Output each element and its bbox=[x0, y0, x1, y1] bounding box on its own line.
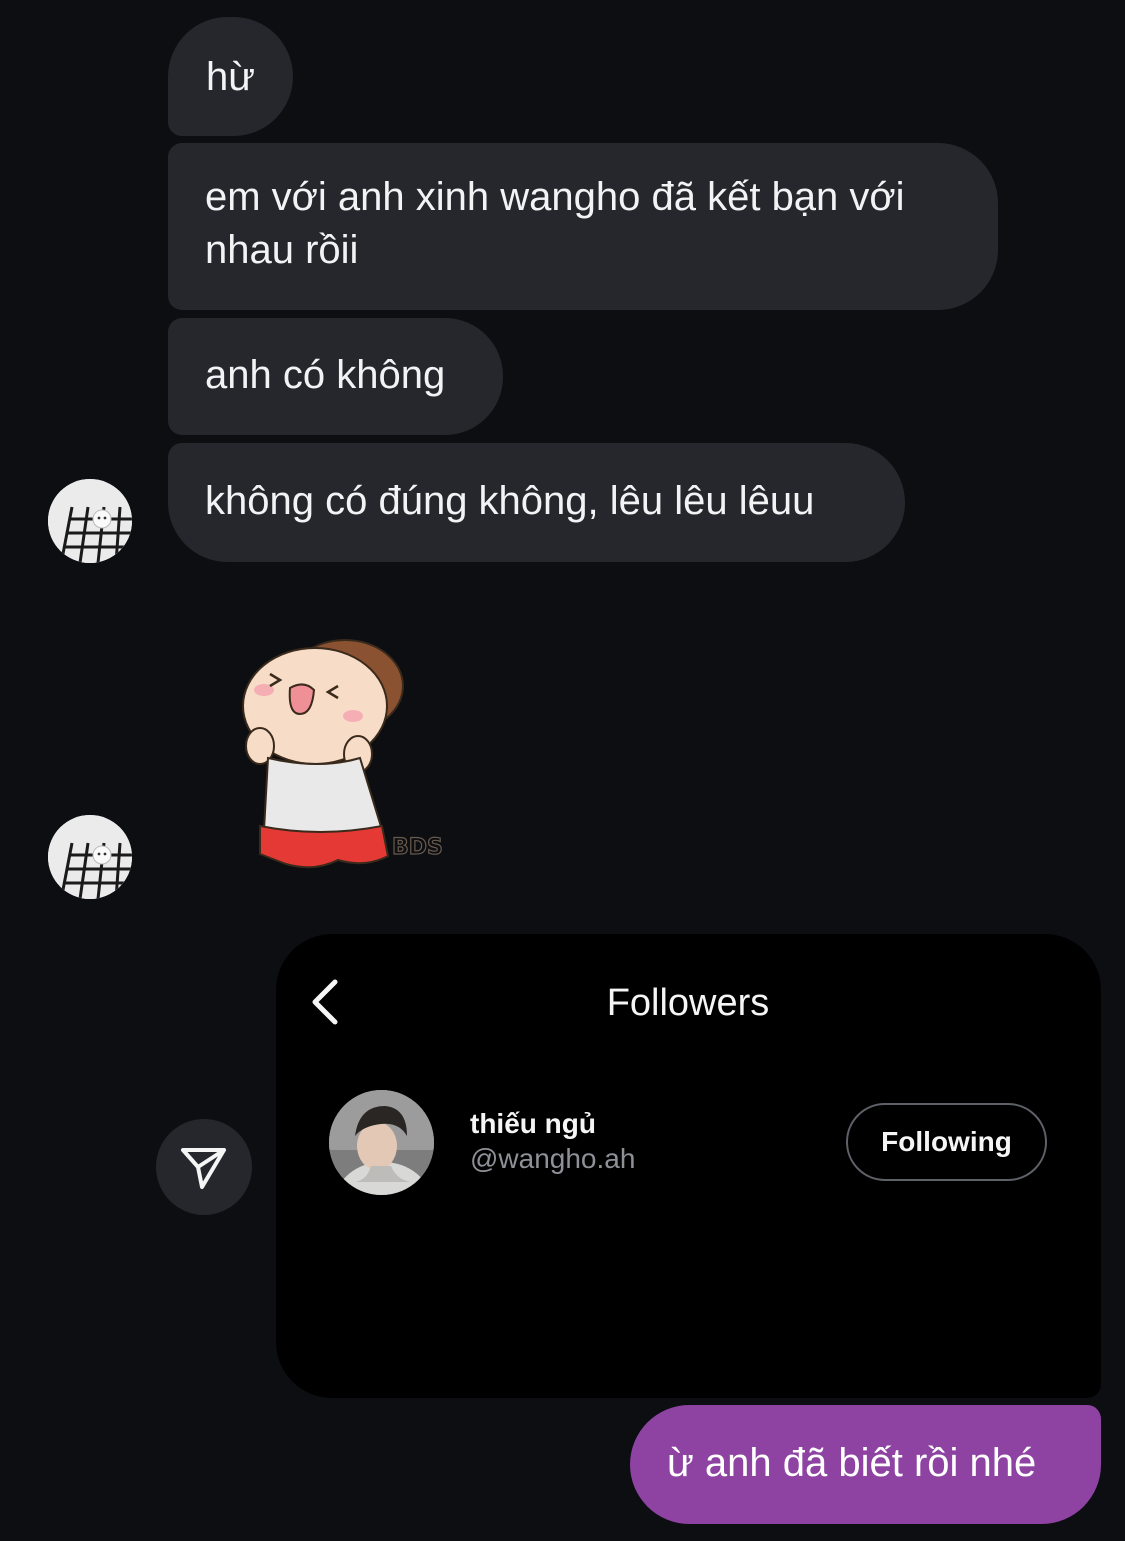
grid-avatar-image bbox=[48, 815, 132, 899]
message-text: anh có không bbox=[205, 353, 446, 397]
tongue-out-boy-sticker-icon: BDS bbox=[242, 639, 443, 869]
sender-avatar[interactable] bbox=[48, 815, 132, 899]
message-bubble-outgoing[interactable]: ừ anh đã biết rồi nhé bbox=[630, 1405, 1101, 1524]
chevron-left-icon bbox=[305, 978, 345, 1026]
send-icon bbox=[181, 1148, 226, 1189]
message-text: hừ bbox=[206, 55, 256, 99]
share-button[interactable] bbox=[156, 1119, 252, 1215]
sender-avatar[interactable] bbox=[48, 479, 132, 563]
user-display-name[interactable]: thiếu ngủ bbox=[470, 1106, 596, 1142]
user-avatar[interactable] bbox=[329, 1090, 434, 1195]
message-text: ừ anh đã biết rồi nhé bbox=[667, 1441, 1037, 1485]
user-photo-image bbox=[329, 1090, 434, 1195]
message-bubble-incoming[interactable]: em với anh xinh wangho đã kết bạn với nh… bbox=[168, 143, 998, 310]
message-text: không có đúng không, lêu lêu lêuu bbox=[205, 479, 815, 523]
message-bubble-incoming[interactable]: hừ bbox=[168, 17, 293, 136]
card-title: Followers bbox=[606, 982, 770, 1024]
message-bubble-incoming[interactable]: không có đúng không, lêu lêu lêuu bbox=[168, 443, 905, 562]
user-handle[interactable]: @wangho.ah bbox=[470, 1141, 635, 1177]
sticker-caption: BDS bbox=[392, 835, 443, 860]
message-text: em với anh xinh wangho đã kết bạn với nh… bbox=[205, 175, 905, 272]
message-bubble-incoming[interactable]: anh có không bbox=[168, 318, 503, 435]
sticker-message[interactable]: BDS bbox=[230, 628, 460, 878]
grid-avatar-image bbox=[48, 479, 132, 563]
following-button[interactable]: Following bbox=[846, 1103, 1047, 1181]
